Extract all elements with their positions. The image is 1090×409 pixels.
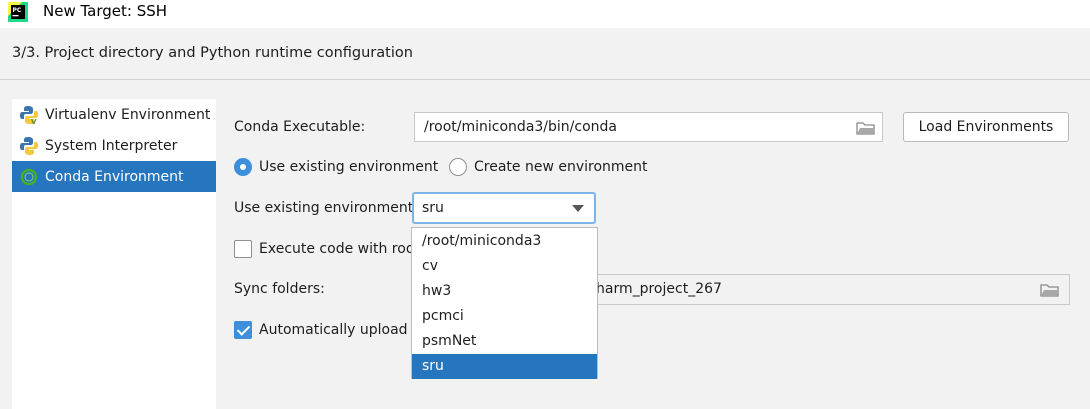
title-bar: PC New Target: SSH bbox=[0, 0, 1090, 28]
window-title: New Target: SSH bbox=[43, 2, 168, 20]
conda-icon bbox=[20, 168, 38, 185]
dropdown-option[interactable]: pcmci bbox=[412, 304, 597, 329]
existing-env-dropdown[interactable]: sru bbox=[412, 192, 596, 224]
sidebar-item-conda[interactable]: Conda Environment bbox=[12, 161, 216, 192]
interpreter-type-list: V Virtualenv Environment System Interpre… bbox=[12, 99, 216, 409]
dropdown-option[interactable]: /root/miniconda3 bbox=[412, 229, 597, 254]
sidebar-item-label: System Interpreter bbox=[45, 137, 178, 154]
existing-env-value: sru bbox=[422, 200, 444, 216]
python-icon bbox=[20, 136, 38, 155]
sidebar-item-virtualenv[interactable]: V Virtualenv Environment bbox=[12, 99, 216, 130]
sidebar-item-label: Virtualenv Environment bbox=[45, 106, 211, 123]
folder-icon[interactable] bbox=[1040, 282, 1060, 298]
use-existing-radio[interactable] bbox=[234, 158, 252, 176]
execute-root-checkbox[interactable] bbox=[234, 240, 252, 258]
existing-env-label: Use existing environment: bbox=[234, 200, 418, 216]
dropdown-option[interactable]: cv bbox=[412, 254, 597, 279]
dropdown-option[interactable]: psmNet bbox=[412, 329, 597, 354]
chevron-down-icon[interactable] bbox=[572, 205, 584, 212]
conda-executable-label: Conda Executable: bbox=[234, 119, 366, 135]
env-dropdown-list: /root/miniconda3 cv hw3 pcmci psmNet sru bbox=[411, 227, 598, 379]
create-new-radio[interactable] bbox=[449, 158, 467, 176]
svg-text:PC: PC bbox=[13, 7, 22, 14]
dropdown-option[interactable]: hw3 bbox=[412, 279, 597, 304]
folder-icon[interactable] bbox=[856, 120, 876, 136]
create-new-radio-label[interactable]: Create new environment bbox=[474, 159, 648, 175]
python-virtualenv-icon: V bbox=[20, 105, 38, 125]
page-title: 3/3. Project directory and Python runtim… bbox=[12, 45, 413, 61]
use-existing-radio-label[interactable]: Use existing environment bbox=[259, 159, 438, 175]
dropdown-option-selected[interactable]: sru bbox=[412, 354, 597, 379]
auto-upload-label[interactable]: Automatically upload p bbox=[259, 322, 421, 338]
divider bbox=[0, 79, 1090, 80]
conda-executable-field[interactable]: /root/miniconda3/bin/conda bbox=[414, 112, 883, 142]
load-environments-button[interactable]: Load Environments bbox=[903, 112, 1069, 142]
sync-folders-label: Sync folders: bbox=[234, 281, 325, 297]
sidebar-item-label: Conda Environment bbox=[45, 168, 184, 185]
svg-text:V: V bbox=[31, 118, 37, 125]
sidebar-item-system-interpreter[interactable]: System Interpreter bbox=[12, 130, 216, 161]
auto-upload-checkbox[interactable] bbox=[234, 321, 252, 339]
execute-root-label[interactable]: Execute code with root bbox=[259, 241, 420, 257]
pycharm-app-icon: PC bbox=[8, 2, 28, 22]
